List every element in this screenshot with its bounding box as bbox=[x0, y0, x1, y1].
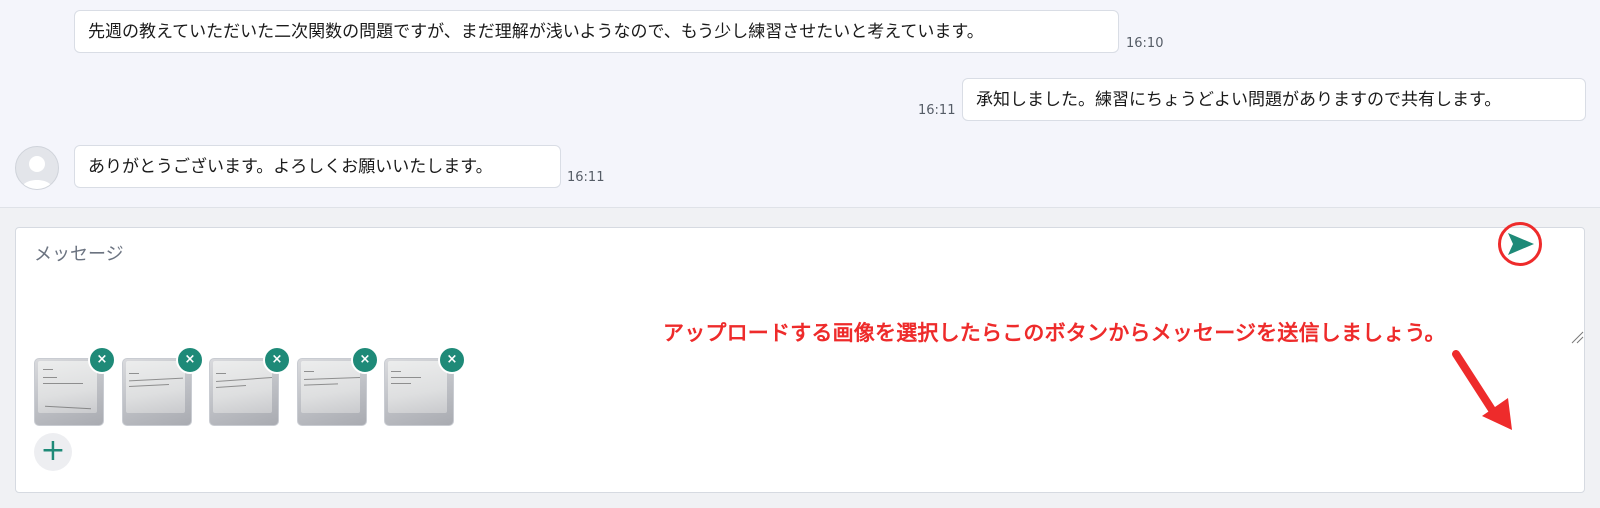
message-composer: × × × × × + bbox=[15, 227, 1585, 493]
user-icon bbox=[21, 156, 53, 189]
message-bubble: 先週の教えていただいた二次関数の問題ですが、まだ理解が浅いようなので、もう少し練… bbox=[74, 10, 1119, 53]
remove-attachment-button[interactable]: × bbox=[263, 346, 291, 374]
annotation-arrow-icon bbox=[1452, 350, 1512, 430]
remove-attachment-button[interactable]: × bbox=[438, 346, 466, 374]
chat-history: 先週の教えていただいた二次関数の問題ですが、まだ理解が浅いようなので、もう少し練… bbox=[0, 0, 1600, 207]
resize-handle-icon[interactable] bbox=[1570, 330, 1584, 344]
message-bubble: 承知しました。練習にちょうどよい問題がありますので共有します。 bbox=[962, 78, 1586, 121]
remove-attachment-button[interactable]: × bbox=[176, 346, 204, 374]
message-text: ありがとうございます。よろしくお願いいたします。 bbox=[88, 157, 493, 177]
message-time: 16:10 bbox=[1126, 36, 1164, 51]
annotation-circle bbox=[1498, 222, 1542, 266]
message-text: 先週の教えていただいた二次関数の問題ですが、まだ理解が浅いようなので、もう少し練… bbox=[88, 22, 984, 42]
remove-attachment-button[interactable]: × bbox=[351, 346, 379, 374]
message-bubble: ありがとうございます。よろしくお願いいたします。 bbox=[74, 145, 561, 188]
message-text: 承知しました。練習にちょうどよい問題がありますので共有します。 bbox=[976, 90, 1502, 110]
message-time: 16:11 bbox=[567, 170, 605, 185]
avatar bbox=[15, 146, 59, 190]
add-attachment-button[interactable]: + bbox=[34, 433, 72, 471]
remove-attachment-button[interactable]: × bbox=[88, 346, 116, 374]
message-time: 16:11 bbox=[918, 103, 956, 118]
annotation-text: アップロードする画像を選択したらこのボタンからメッセージを送信しましょう。 bbox=[663, 321, 1446, 345]
